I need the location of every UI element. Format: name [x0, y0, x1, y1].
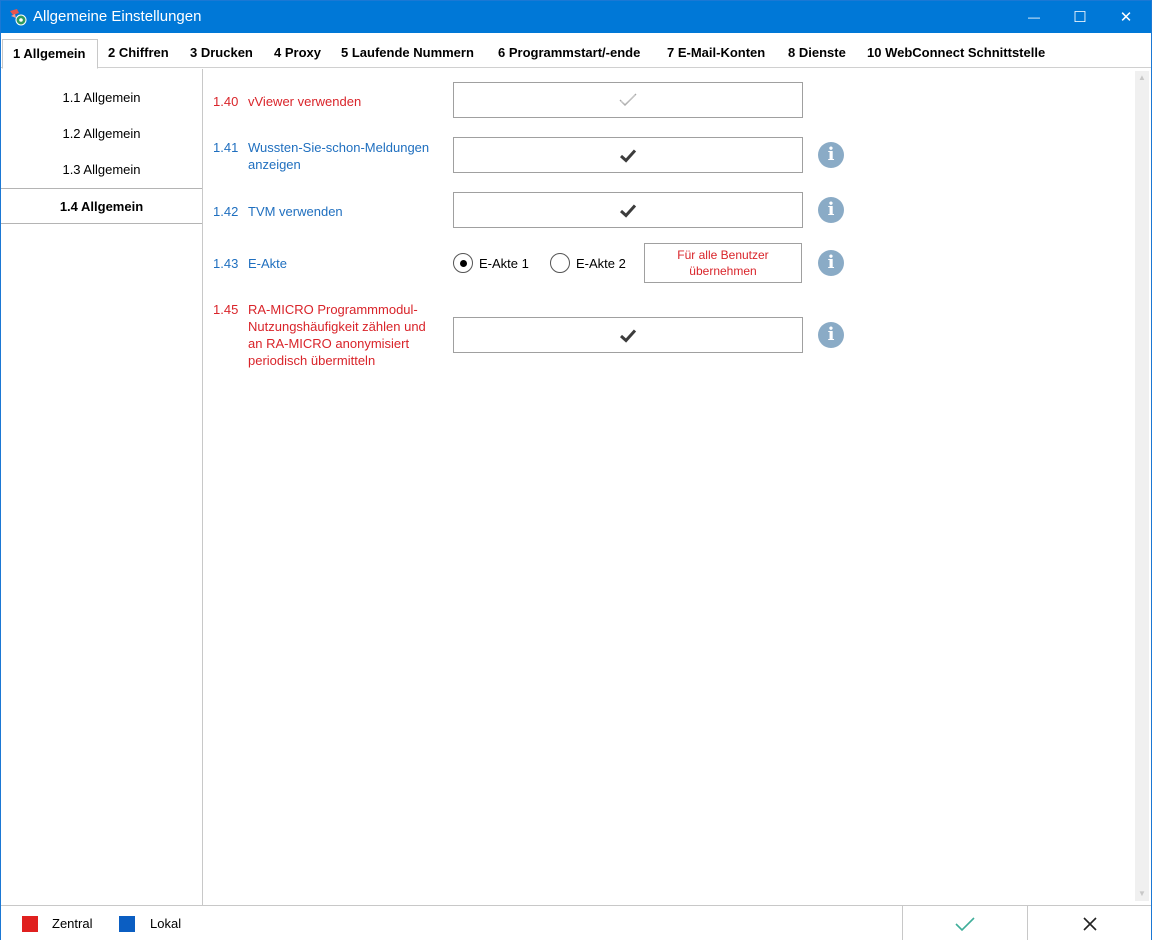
sidebar-item-1-3[interactable]: 1.3 Allgemein [1, 152, 202, 188]
setting-number-1-41: 1.41 [213, 140, 239, 155]
zentral-legend-label: Zentral [52, 916, 93, 931]
setting-number-1-40: 1.40 [213, 94, 239, 109]
check-icon [619, 93, 637, 106]
sidebar-item-1-4[interactable]: 1.4 Allgemein [1, 188, 202, 224]
setting-number-1-45: 1.45 [213, 302, 239, 317]
setting-number-1-42: 1.42 [213, 204, 239, 219]
info-icon[interactable]: i [818, 322, 844, 348]
setting-label-e-akte: E-Akte [248, 256, 288, 271]
scroll-down-arrow-icon[interactable]: ▼ [1135, 887, 1149, 901]
setting-label-tvm: TVM verwenden [248, 204, 343, 219]
sidebar-item-1-1[interactable]: 1.1 Allgemein [1, 80, 202, 116]
e-akte-1-label: E-Akte 1 [479, 255, 529, 271]
minimize-icon: — [1028, 10, 1040, 24]
lokal-legend-label: Lokal [150, 916, 182, 931]
zentral-legend-swatch [22, 916, 38, 932]
wussten-sie-schon-checkbox[interactable] [453, 137, 803, 173]
e-akte-2-label: E-Akte 2 [576, 255, 626, 271]
maximize-icon: ☐ [1073, 9, 1087, 26]
close-icon: ✕ [1119, 9, 1133, 26]
tab-drucken[interactable]: 3 Drucken [190, 39, 253, 68]
setting-label-vviewer: vViewer verwenden [248, 94, 362, 109]
maximize-button[interactable]: ☐ [1057, 1, 1103, 33]
info-icon[interactable]: i [818, 142, 844, 168]
check-icon [619, 148, 637, 163]
lokal-legend-swatch [119, 916, 135, 932]
vertical-scrollbar[interactable]: ▲ ▼ [1135, 71, 1149, 901]
checkmark-icon [955, 916, 975, 931]
radio-unselected-icon [550, 253, 570, 273]
cancel-button[interactable] [1027, 906, 1151, 940]
info-icon[interactable]: i [818, 250, 844, 276]
tab-email-konten[interactable]: 7 E-Mail-Konten [667, 39, 765, 68]
tab-allgemein[interactable]: 1 Allgemein [2, 39, 98, 69]
setting-label-ra-micro-nutzung: RA-MICRO Programmmodul-Nutzungshäufigkei… [248, 302, 426, 368]
apply-for-all-users-button[interactable]: Für alle Benutzer übernehmen [644, 243, 802, 283]
sidebar: 1.1 Allgemein 1.2 Allgemein 1.3 Allgemei… [1, 69, 203, 905]
tab-programmstart-ende[interactable]: 6 Programmstart/-ende [498, 39, 640, 68]
info-icon[interactable]: i [818, 197, 844, 223]
check-icon [619, 203, 637, 218]
ok-button[interactable] [902, 906, 1027, 940]
window-title: Allgemeine Einstellungen [33, 8, 202, 25]
tab-proxy[interactable]: 4 Proxy [274, 39, 321, 68]
settings-panel: 1.40 vViewer verwenden 1.41 Wussten-Sie-… [204, 69, 1134, 905]
title-bar: Allgemeine Einstellungen — ☐ ✕ [1, 1, 1151, 33]
tvm-checkbox[interactable] [453, 192, 803, 228]
setting-number-1-43: 1.43 [213, 256, 239, 271]
tab-bar: 1 Allgemein 2 Chiffren 3 Drucken 4 Proxy… [1, 37, 1151, 69]
vviewer-checkbox[interactable] [453, 82, 803, 118]
e-akte-1-radio[interactable]: E-Akte 1 [453, 253, 529, 273]
close-icon [1082, 916, 1097, 931]
footer-bar: Zentral Lokal [1, 905, 1151, 940]
close-window-button[interactable]: ✕ [1103, 1, 1149, 33]
scroll-up-arrow-icon[interactable]: ▲ [1135, 71, 1149, 85]
check-icon [619, 328, 637, 343]
minimize-button[interactable]: — [1011, 1, 1057, 33]
e-akte-2-radio[interactable]: E-Akte 2 [550, 253, 626, 273]
tab-dienste[interactable]: 8 Dienste [788, 39, 846, 68]
setting-label-wussten-sie-schon: Wussten-Sie-schon-Meldungen anzeigen [248, 140, 430, 172]
sidebar-item-1-2[interactable]: 1.2 Allgemein [1, 116, 202, 152]
tab-webconnect-schnittstelle[interactable]: 10 WebConnect Schnittstelle [867, 39, 1045, 68]
settings-window: Allgemeine Einstellungen — ☐ ✕ 1 Allgeme… [0, 0, 1152, 940]
app-settings-icon [10, 9, 27, 26]
ra-micro-nutzung-checkbox[interactable] [453, 317, 803, 353]
apply-for-all-users-label: Für alle Benutzer übernehmen [677, 248, 769, 278]
tab-laufende-nummern[interactable]: 5 Laufende Nummern [341, 39, 474, 68]
radio-selected-icon [453, 253, 473, 273]
tab-chiffren[interactable]: 2 Chiffren [108, 39, 169, 68]
